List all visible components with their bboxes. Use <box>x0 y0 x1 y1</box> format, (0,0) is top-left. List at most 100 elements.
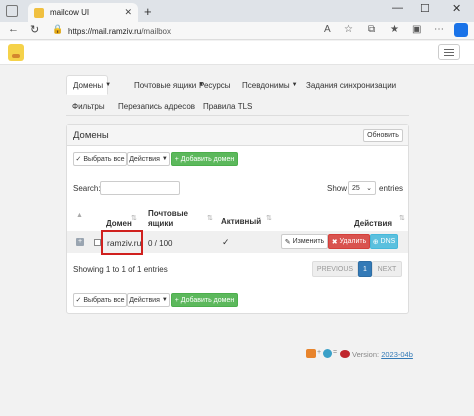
col-mailboxes-line1[interactable]: Почтовые <box>148 209 188 219</box>
tab-aliases[interactable]: Псевдонимы ▼ <box>236 75 304 95</box>
sort-icon[interactable]: ⇅ <box>399 214 405 222</box>
col-actions: Действия <box>354 219 393 228</box>
tab-label: Почтовые ящики <box>134 80 197 90</box>
col-domain[interactable]: Домен <box>106 219 132 229</box>
version-link[interactable]: 2023-04b <box>381 350 413 359</box>
more-icon[interactable]: ⋯ <box>434 24 444 35</box>
delete-button[interactable]: ✖ Удалить <box>328 234 370 249</box>
maximize-button[interactable]: ☐ <box>420 2 430 15</box>
sort-icon[interactable]: ⇅ <box>131 214 137 222</box>
tab-label: Ресурсы <box>199 80 231 90</box>
mailcow-logo-icon[interactable] <box>8 44 24 61</box>
browser-tab-title: mailcow UI <box>50 8 90 17</box>
close-window-button[interactable]: ✕ <box>452 2 461 15</box>
sort-icon[interactable]: ▲ <box>76 212 83 219</box>
tab-filters[interactable]: Фильтры <box>66 96 111 116</box>
add-domain-label: Добавить домен <box>180 155 235 163</box>
hamburger-line <box>444 51 454 53</box>
check-icon: ✓ <box>75 297 84 304</box>
actions-label: Действия <box>129 296 160 304</box>
tab-label: Задания синхронизации <box>306 80 397 90</box>
page-size-select[interactable]: 25 ⌄ <box>348 181 376 195</box>
tab-label: Домены <box>73 80 104 90</box>
tab-close-icon[interactable]: ✕ <box>124 7 132 18</box>
hamburger-line <box>444 54 454 56</box>
caret-down-icon: ▼ <box>105 82 112 88</box>
tab-sync-jobs[interactable]: Задания синхронизации <box>300 75 402 95</box>
tab-actions-icon[interactable] <box>6 5 18 17</box>
lock-icon[interactable]: 🔒 <box>52 24 63 35</box>
favorite-star-icon[interactable]: ☆ <box>344 24 353 35</box>
back-icon[interactable]: ← <box>8 23 19 35</box>
row-checkbox[interactable] <box>94 239 101 246</box>
tab-tls-policy[interactable]: Правила TLS <box>197 96 258 116</box>
domain-highlight-box <box>101 230 143 255</box>
add-domain-button[interactable]: + Добавить домен <box>171 152 238 166</box>
collections-icon[interactable]: ▣ <box>412 24 421 35</box>
previous-page-button[interactable]: PREVIOUS <box>312 261 358 277</box>
url-host: https://mail.ramziv.ru <box>68 26 142 36</box>
sort-icon[interactable]: ⇅ <box>207 214 213 222</box>
trash-icon: ✖ <box>331 238 340 246</box>
footer-version: Version: 2023-04b <box>352 350 413 359</box>
tab-domains[interactable]: Домены ▼ <box>66 75 112 95</box>
sort-icon[interactable]: ⇅ <box>266 214 272 222</box>
refresh-button[interactable]: Обновить <box>363 129 403 142</box>
col-active[interactable]: Активный <box>221 217 261 227</box>
globe-icon: ⊕ <box>372 238 381 246</box>
page-size-value: 25 <box>352 184 360 192</box>
search-input[interactable] <box>100 181 180 195</box>
equals-sign-icon: = <box>333 349 338 356</box>
version-label: Version: <box>352 350 380 359</box>
menu-toggle-button[interactable] <box>438 44 460 60</box>
tab-address-rewriting[interactable]: Перезапись адресов <box>112 96 201 116</box>
select-all-label: Выбрать все <box>83 296 125 304</box>
plus-sign-icon: + <box>317 349 322 356</box>
select-all-label: Выбрать все <box>83 155 125 163</box>
select-all-button-bottom[interactable]: ✓ Выбрать все <box>73 293 127 307</box>
edit-button[interactable]: ✎ Изменить <box>281 234 328 249</box>
dns-button[interactable]: ⊕ DNS <box>370 234 398 249</box>
actions-label: Действия <box>129 155 160 163</box>
docker-icon <box>323 349 332 358</box>
caret-down-icon: ▼ <box>161 156 168 162</box>
next-page-button[interactable]: NEXT <box>372 261 402 277</box>
tabs-divider <box>66 115 409 116</box>
check-icon: ✓ <box>75 156 84 163</box>
table-info: Showing 1 to 1 of 1 entries <box>73 265 168 274</box>
tab-resources[interactable]: Ресурсы <box>193 75 237 95</box>
col-mailboxes-line2[interactable]: ящики <box>148 219 173 229</box>
favorites-icon[interactable]: ★ <box>390 24 399 35</box>
pencil-icon: ✎ <box>284 238 293 246</box>
show-label: Show <box>327 184 348 193</box>
tab-label: Фильтры <box>72 101 105 111</box>
hamburger-line <box>444 48 454 50</box>
app-header <box>0 41 474 65</box>
tab-label: Перезапись адресов <box>118 101 196 111</box>
active-check-icon: ✓ <box>222 237 230 247</box>
copilot-icon[interactable] <box>454 23 468 37</box>
mailcow-footer-icon <box>306 349 316 358</box>
actions-dropdown-button[interactable]: Действия ▼ <box>127 152 170 166</box>
expand-row-icon[interactable]: + <box>76 238 84 246</box>
select-all-button[interactable]: ✓ Выбрать все <box>73 152 127 166</box>
heart-icon <box>340 350 350 358</box>
new-tab-button[interactable]: + <box>144 4 152 19</box>
browser-tab[interactable]: mailcow UI ✕ <box>28 3 138 22</box>
read-aloud-icon[interactable]: A <box>324 24 331 35</box>
tab-label: Правила TLS <box>203 101 253 111</box>
minimize-button[interactable]: — <box>392 2 403 14</box>
search-label: Search: <box>73 184 101 193</box>
mailboxes-count: 0 / 100 <box>148 239 173 248</box>
url-path: /mailbox <box>141 26 171 36</box>
actions-dropdown-button-bottom[interactable]: Действия ▼ <box>127 293 170 307</box>
edit-label: Изменить <box>292 238 325 245</box>
tab-label: Псевдонимы <box>242 80 290 90</box>
address-bar[interactable]: https://mail.ramziv.ru/mailbox <box>68 24 368 38</box>
split-screen-icon[interactable]: ⧉ <box>368 24 375 35</box>
panel-title: Домены <box>73 130 109 141</box>
mailcow-favicon-icon <box>34 7 44 18</box>
add-domain-button-bottom[interactable]: + Добавить домен <box>171 293 238 307</box>
page-1-button[interactable]: 1 <box>358 261 372 277</box>
reload-icon[interactable]: ↻ <box>30 23 39 36</box>
